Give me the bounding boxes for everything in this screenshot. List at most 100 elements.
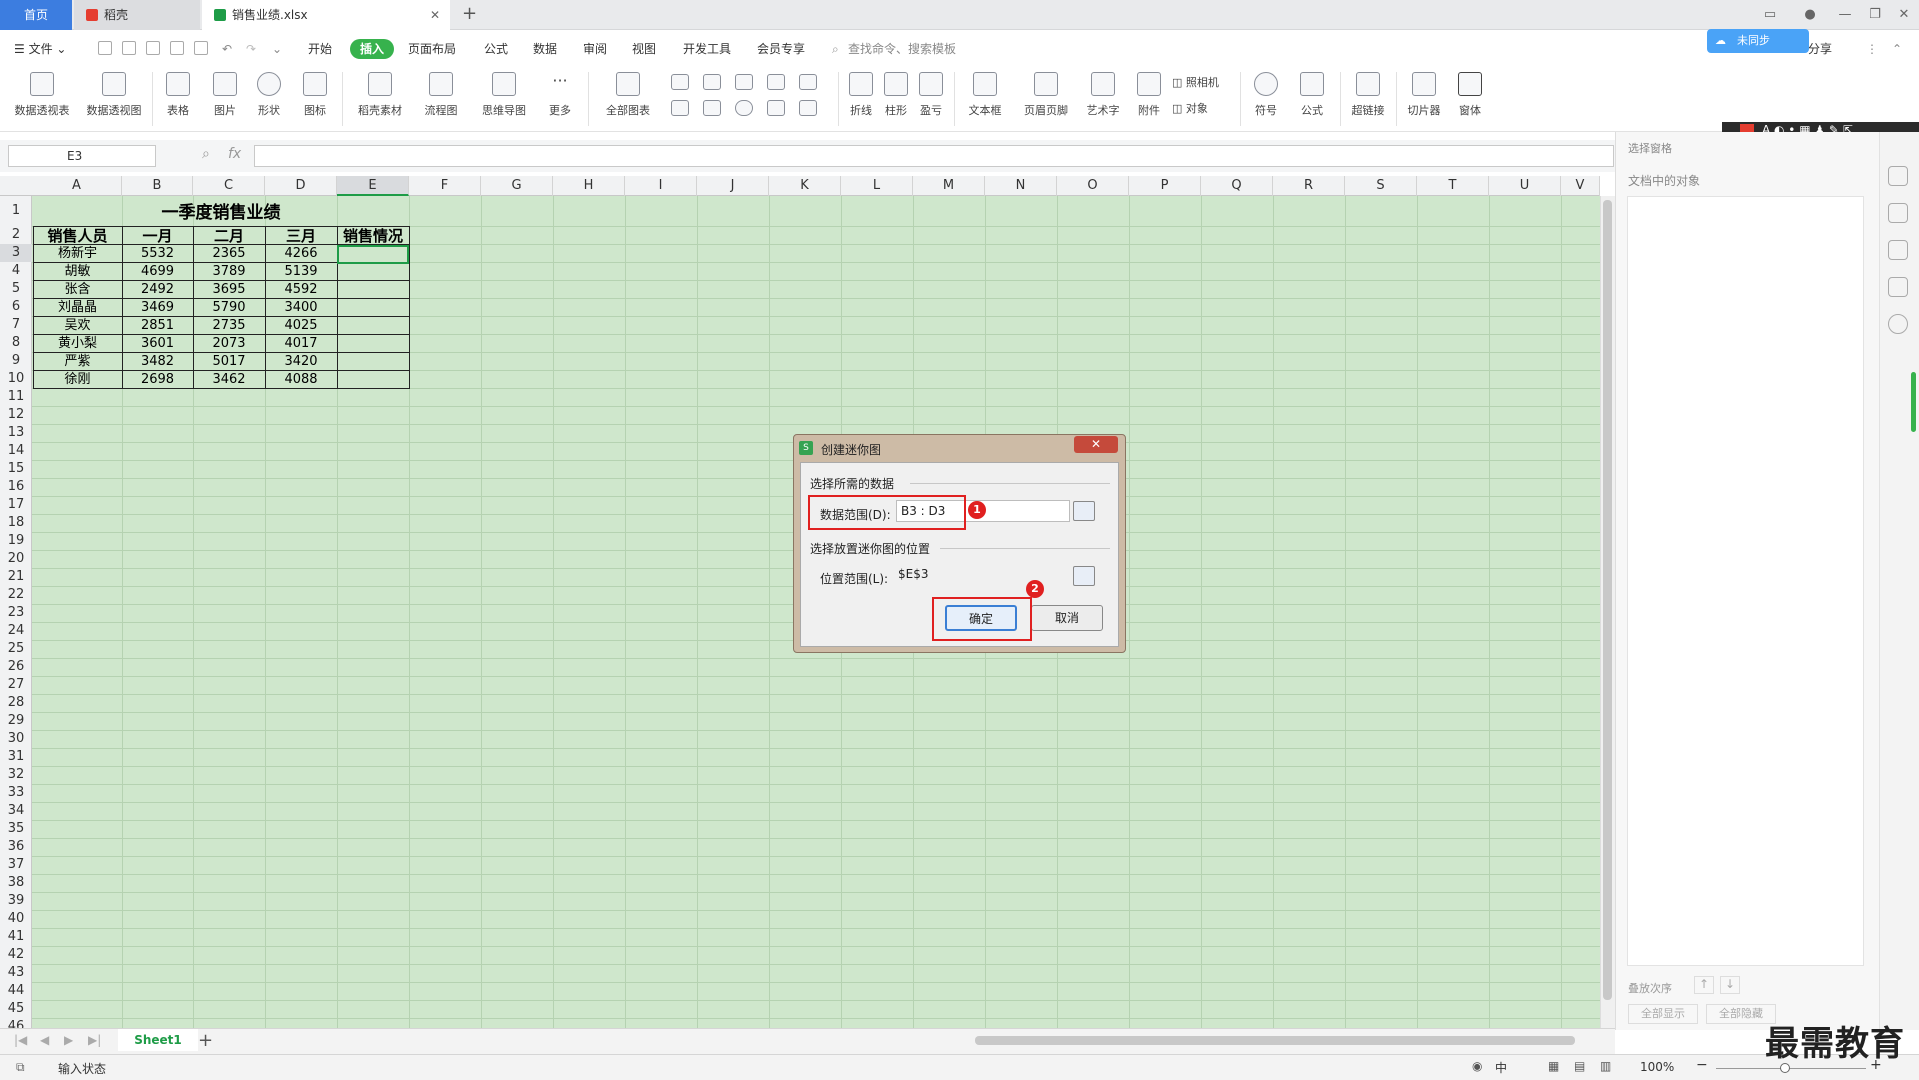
column-header-s[interactable]: S: [1345, 176, 1417, 196]
row-header-17[interactable]: 17: [0, 496, 32, 514]
prev-sheet-icon[interactable]: ◀: [40, 1033, 49, 1047]
row-header-12[interactable]: 12: [0, 406, 32, 424]
zoom-slider[interactable]: [1716, 1068, 1866, 1069]
bar-chart-small-icon[interactable]: [700, 74, 724, 94]
row-header-8[interactable]: 8: [0, 334, 32, 352]
macro-record-icon[interactable]: ⧉: [16, 1060, 25, 1075]
hyperlink-button[interactable]: 超链接: [1348, 72, 1388, 118]
row-header-32[interactable]: 32: [0, 766, 32, 784]
print-preview-icon[interactable]: [194, 41, 208, 55]
row-header-10[interactable]: 10: [0, 370, 32, 388]
menu-home[interactable]: 开始: [308, 39, 332, 59]
next-sheet-icon[interactable]: ▶: [64, 1033, 73, 1047]
file-menu[interactable]: ☰ 文件 ⌄: [14, 39, 66, 59]
sheet-tab-sheet1[interactable]: Sheet1: [118, 1029, 198, 1051]
form-button[interactable]: 窗体: [1452, 72, 1488, 118]
docer-material-button[interactable]: 稻壳素材: [352, 72, 408, 118]
equation-button[interactable]: 公式: [1294, 72, 1330, 118]
column-header-f[interactable]: F: [409, 176, 481, 196]
page-layout-view-icon[interactable]: ▤: [1574, 1059, 1585, 1073]
row-header-14[interactable]: 14: [0, 442, 32, 460]
data-range-picker-icon[interactable]: [1073, 501, 1095, 521]
column-chart-small-icon[interactable]: [668, 74, 692, 94]
print-icon[interactable]: [170, 41, 184, 55]
row-header-45[interactable]: 45: [0, 1000, 32, 1018]
vertical-scroll-thumb[interactable]: [1603, 200, 1612, 1000]
row-header-40[interactable]: 40: [0, 910, 32, 928]
send-backward-icon[interactable]: ↓: [1720, 976, 1740, 994]
zoom-level[interactable]: 100%: [1640, 1060, 1674, 1074]
sheet-title-cell[interactable]: 一季度销售业绩: [33, 198, 409, 228]
help-icon[interactable]: [1888, 314, 1908, 334]
row-header-31[interactable]: 31: [0, 748, 32, 766]
row-header-4[interactable]: 4: [0, 262, 32, 280]
menu-formulas[interactable]: 公式: [484, 39, 508, 59]
combo-chart-small-icon[interactable]: [700, 100, 724, 120]
column-header-l[interactable]: L: [841, 176, 913, 196]
normal-view-icon[interactable]: ▦: [1548, 1059, 1559, 1073]
column-header-b[interactable]: B: [122, 176, 193, 196]
row-header-15[interactable]: 15: [0, 460, 32, 478]
row-header-39[interactable]: 39: [0, 892, 32, 910]
row-header-41[interactable]: 41: [0, 928, 32, 946]
column-header-p[interactable]: P: [1129, 176, 1201, 196]
avatar[interactable]: ●: [1795, 0, 1825, 30]
redo-icon[interactable]: ↷: [246, 39, 256, 59]
tab-home[interactable]: 首页: [0, 0, 72, 30]
zoom-out-icon[interactable]: −: [1696, 1057, 1708, 1073]
row-header-9[interactable]: 9: [0, 352, 32, 370]
name-box[interactable]: E3: [8, 145, 156, 167]
row-header-21[interactable]: 21: [0, 568, 32, 586]
bring-forward-icon[interactable]: ↑: [1694, 976, 1714, 994]
row-header-26[interactable]: 26: [0, 658, 32, 676]
side-panel-handle[interactable]: [1911, 372, 1916, 432]
row-header-38[interactable]: 38: [0, 874, 32, 892]
camera-button[interactable]: ◫ 照相机: [1172, 74, 1232, 90]
pie-chart-small-icon[interactable]: [732, 100, 756, 120]
header-footer-button[interactable]: 页眉页脚: [1018, 72, 1074, 118]
menu-data[interactable]: 数据: [533, 39, 557, 59]
row-header-5[interactable]: 5: [0, 280, 32, 298]
sparkline-winloss-button[interactable]: 盈亏: [916, 72, 946, 118]
cancel-button[interactable]: 取消: [1031, 605, 1103, 631]
row-header-30[interactable]: 30: [0, 730, 32, 748]
menu-page-layout[interactable]: 页面布局: [408, 39, 456, 59]
location-picker-icon[interactable]: [1073, 566, 1095, 586]
column-header-m[interactable]: M: [913, 176, 985, 196]
column-header-a[interactable]: A: [32, 176, 122, 196]
row-header-24[interactable]: 24: [0, 622, 32, 640]
wordart-button[interactable]: 艺术字: [1080, 72, 1126, 118]
more-button[interactable]: ··· 更多: [540, 72, 580, 118]
selected-cell-e3[interactable]: [337, 245, 409, 264]
column-header-n[interactable]: N: [985, 176, 1057, 196]
row-header-44[interactable]: 44: [0, 982, 32, 1000]
column-header-q[interactable]: Q: [1201, 176, 1273, 196]
table-button[interactable]: 表格: [160, 72, 196, 118]
zoom-lens-icon[interactable]: ⌕: [202, 146, 210, 162]
object-button[interactable]: ◫ 对象: [1172, 100, 1232, 116]
column-header-j[interactable]: J: [697, 176, 769, 196]
settings-sliders-icon[interactable]: [1888, 240, 1908, 260]
row-header-2[interactable]: 2: [0, 226, 32, 244]
insert-function-icon[interactable]: fx: [228, 146, 241, 162]
row-header-37[interactable]: 37: [0, 856, 32, 874]
row-header-34[interactable]: 34: [0, 802, 32, 820]
menu-developer[interactable]: 开发工具: [683, 39, 731, 59]
row-header-43[interactable]: 43: [0, 964, 32, 982]
picture-button[interactable]: 图片: [206, 72, 244, 118]
pivot-chart-button[interactable]: 数据透视图: [82, 72, 146, 118]
line-chart-small-icon[interactable]: [732, 74, 756, 94]
save-icon[interactable]: [122, 41, 136, 55]
new-tab-button[interactable]: +: [462, 0, 477, 30]
format-painter-icon[interactable]: [146, 41, 160, 55]
row-header-7[interactable]: 7: [0, 316, 32, 334]
dialog-close-button[interactable]: ✕: [1074, 436, 1118, 453]
sync-status-button[interactable]: ☁ 未同步: [1707, 29, 1809, 53]
sparkline-column-button[interactable]: 柱形: [881, 72, 911, 118]
show-all-button[interactable]: 全部显示: [1628, 1004, 1698, 1024]
row-header-22[interactable]: 22: [0, 586, 32, 604]
column-header-r[interactable]: R: [1273, 176, 1345, 196]
customize-toolbar-icon[interactable]: ⌄: [272, 39, 282, 59]
column-header-g[interactable]: G: [481, 176, 553, 196]
menu-member[interactable]: 会员专享: [757, 39, 805, 59]
